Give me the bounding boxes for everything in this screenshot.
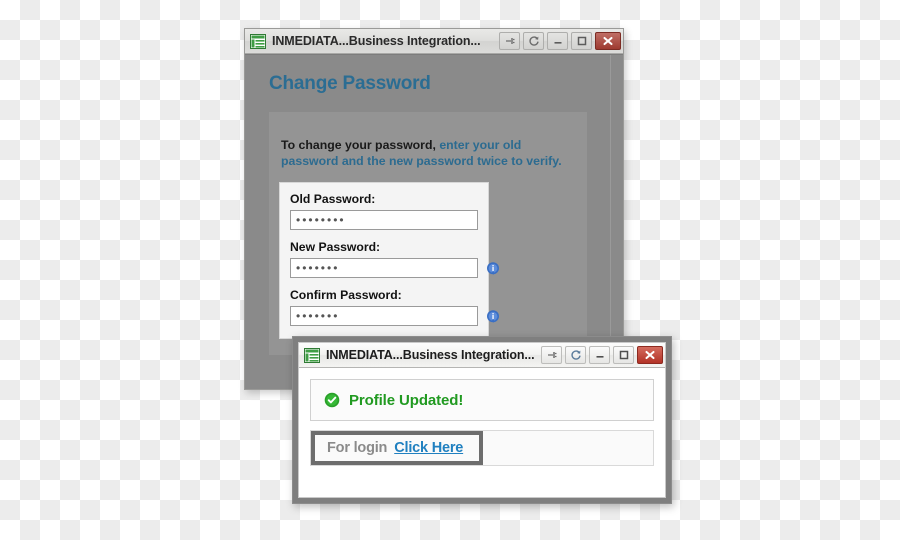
document-list-icon [304, 347, 320, 363]
status-badge: Profile Updated! [310, 379, 654, 421]
close-icon[interactable] [595, 32, 621, 50]
new-password-label: New Password: [290, 239, 381, 254]
change-password-titlebar[interactable]: INMEDIATA...Business Integration... [245, 29, 623, 54]
profile-updated-titlebar[interactable]: INMEDIATA...Business Integration... [299, 343, 665, 368]
instructions-plain: To change your password, [281, 138, 436, 153]
instructions-text: To change your password, enter your old … [269, 124, 587, 169]
window-title: INMEDIATA...Business Integration... [272, 34, 481, 48]
titlebar-buttons [541, 346, 663, 364]
status-text: Profile Updated! [349, 391, 464, 409]
old-password-row: Old Password: [290, 192, 478, 230]
change-password-panel: To change your password, enter your old … [269, 112, 587, 377]
success-check-icon [324, 392, 340, 408]
info-icon[interactable] [486, 309, 500, 324]
profile-updated-window[interactable]: INMEDIATA...Business Integration... Prof… [292, 336, 672, 504]
maximize-icon[interactable] [613, 346, 634, 364]
titlebar-buttons [499, 32, 621, 50]
confirm-password-input[interactable] [290, 305, 478, 326]
pin-icon[interactable] [541, 346, 562, 364]
new-password-row: New Password: [290, 239, 499, 278]
confirm-password-row: Confirm Password: [290, 287, 499, 326]
pin-icon[interactable] [499, 32, 520, 50]
login-label: For login [327, 440, 388, 456]
refresh-icon[interactable] [565, 346, 586, 364]
window-title: INMEDIATA...Business Integration... [326, 348, 535, 362]
old-password-label: Old Password: [290, 191, 376, 206]
login-focus-region[interactable]: For login Click Here [311, 431, 483, 465]
profile-updated-inner: INMEDIATA...Business Integration... Prof… [298, 342, 666, 498]
page-title: Change Password [269, 73, 431, 94]
login-row: For login Click Here [310, 430, 654, 466]
new-password-input[interactable] [290, 257, 478, 278]
maximize-icon[interactable] [571, 32, 592, 50]
login-link[interactable]: Click Here [394, 440, 463, 456]
minimize-icon[interactable] [547, 32, 568, 50]
close-icon[interactable] [637, 346, 663, 364]
minimize-icon[interactable] [589, 346, 610, 364]
document-list-icon [250, 33, 266, 49]
confirm-password-label: Confirm Password: [290, 287, 402, 302]
old-password-input[interactable] [290, 209, 478, 230]
refresh-icon[interactable] [523, 32, 544, 50]
info-icon[interactable] [486, 261, 500, 276]
password-form: Old Password: New Password: [279, 181, 499, 339]
